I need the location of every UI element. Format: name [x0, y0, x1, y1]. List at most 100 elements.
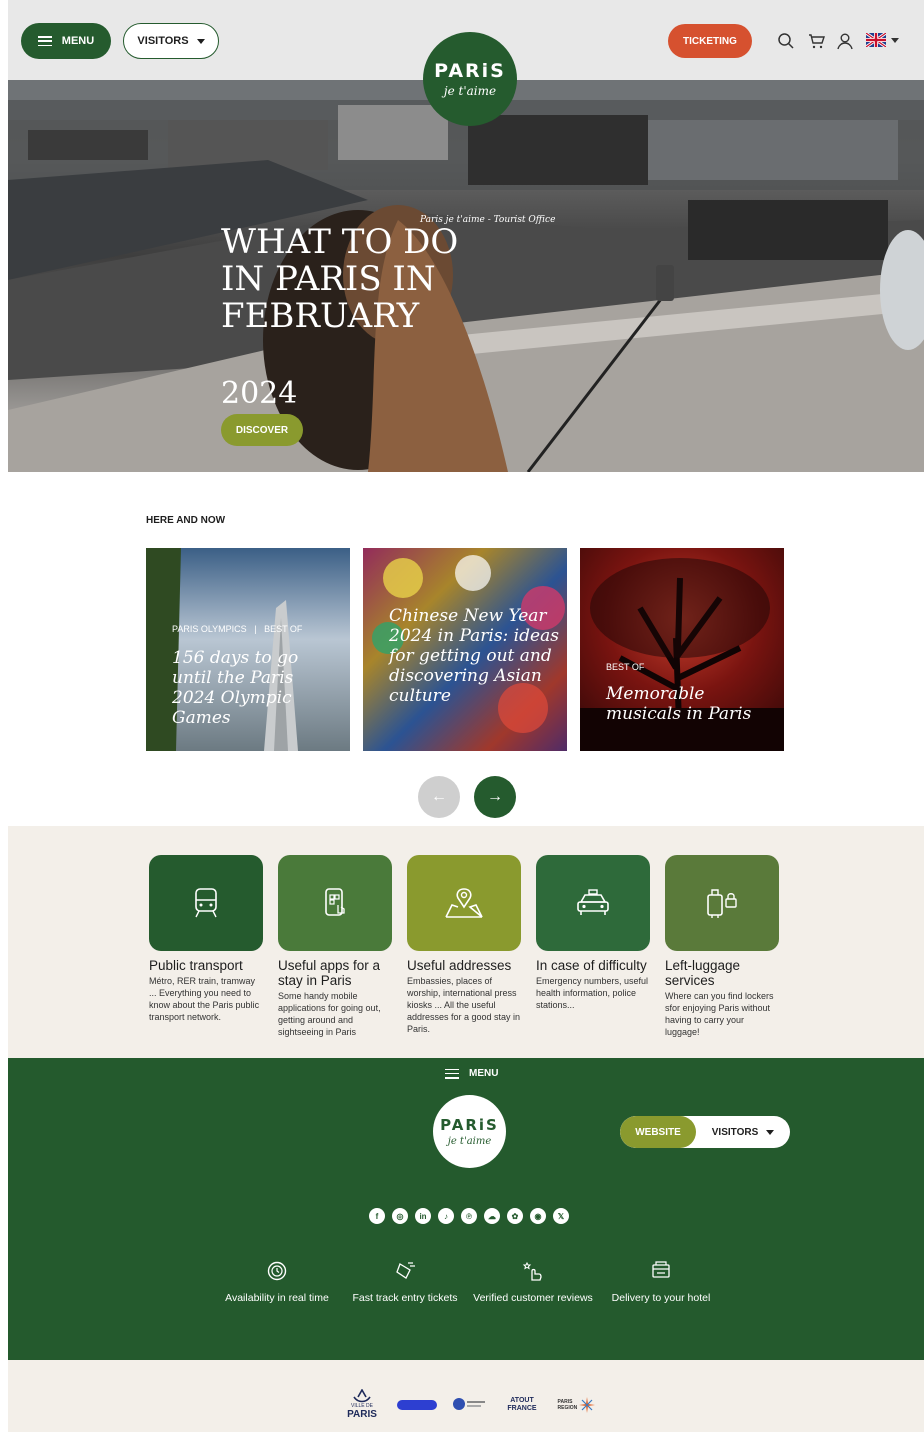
service-title: Useful apps for a stay in Paris	[278, 958, 381, 988]
menu-button[interactable]: MENU	[21, 23, 111, 59]
footer-logo[interactable]: PARiS je t'aime	[433, 1095, 506, 1168]
uk-flag-icon[interactable]	[865, 31, 887, 49]
tiktok-icon[interactable]: ♪	[438, 1208, 454, 1224]
logo-title: PARiS	[440, 1116, 499, 1134]
hamburger-icon	[37, 36, 52, 46]
feature-label: Delivery to your hotel	[611, 1292, 711, 1304]
service-title: Public transport	[149, 958, 243, 973]
feature-hotel-delivery: Delivery to your hotel	[596, 1260, 726, 1306]
card-musicals[interactable]: BEST OF Memorable musicals in Paris	[580, 548, 784, 751]
website-button[interactable]: WEBSITE	[620, 1116, 696, 1148]
discover-button[interactable]: DISCOVER	[221, 414, 303, 446]
service-public-transport[interactable]: Public transport Métro, RER train, tramw…	[149, 855, 265, 1023]
service-useful-addresses[interactable]: Useful addresses Embassies, places of wo…	[407, 855, 523, 1035]
instagram-icon[interactable]: ◎	[392, 1208, 408, 1224]
tag-paris-olympics: PARIS OLYMPICS	[172, 624, 247, 634]
language-chevron-icon[interactable]	[891, 38, 899, 43]
footer-visitors-dropdown[interactable]: VISITORS	[696, 1116, 790, 1148]
tag-best-of: BEST OF	[264, 624, 303, 634]
service-desc: Métro, RER train, tramway ... Everything…	[149, 976, 260, 1022]
chevron-down-icon	[196, 38, 205, 44]
card-tags: PARIS OLYMPICS | BEST OF	[172, 624, 303, 634]
facebook-icon[interactable]: f	[369, 1208, 385, 1224]
hero-year: 2024	[221, 376, 298, 411]
chevron-down-icon	[766, 1129, 775, 1135]
service-left-luggage[interactable]: Left-luggage services Where can you find…	[665, 855, 781, 1038]
x-icon[interactable]: 𝕏	[553, 1208, 569, 1224]
hero-title: WHAT TO DO IN PARIS IN FEBRUARY	[221, 222, 459, 336]
douyin-icon[interactable]: ✿	[507, 1208, 523, 1224]
ville-de-paris-logo[interactable]: VILLE DE PARIS	[344, 1384, 380, 1424]
card-title: Chinese New Year 2024 in Paris: ideas fo…	[389, 606, 559, 706]
feature-verified-reviews: Verified customer reviews	[468, 1260, 598, 1306]
audience-switch: WEBSITE VISITORS	[620, 1116, 790, 1148]
user-icon[interactable]	[834, 30, 856, 52]
partner-circle-logo[interactable]	[451, 1396, 487, 1412]
fast-ticket-icon	[396, 1262, 415, 1279]
site-footer: MENU PARiS je t'aime WEBSITE VISITORS f …	[8, 1058, 924, 1360]
feature-label: Fast track entry tickets	[352, 1292, 458, 1304]
discover-label: DISCOVER	[235, 424, 289, 436]
paris-region-logo[interactable]: PARIS REGION	[556, 1394, 596, 1416]
card-title: 156 days to go until the Paris 2024 Olym…	[172, 648, 299, 728]
card-tags: BEST OF	[606, 662, 644, 672]
card-paris-olympics[interactable]: PARIS OLYMPICS | BEST OF 156 days to go …	[146, 548, 350, 751]
feature-fast-track: Fast track entry tickets	[340, 1260, 470, 1306]
feature-label: Verified customer reviews	[473, 1292, 593, 1304]
arrow-left-icon: ←	[431, 788, 447, 805]
clock-icon	[267, 1261, 287, 1281]
atout-france-label: ATOUT FRANCE	[507, 1397, 537, 1412]
section-heading: HERE AND NOW	[146, 515, 226, 526]
page: MENU VISITORS TICKETING PARiS je t'aime	[8, 0, 924, 1432]
atout-france-logo[interactable]: ATOUT FRANCE	[502, 1394, 542, 1416]
service-desc: Some handy mobile applications for going…	[278, 991, 381, 1037]
paris-region-label: PARIS REGION	[557, 1399, 578, 1411]
hotel-delivery-icon	[652, 1261, 670, 1278]
ticketing-label: TICKETING	[683, 35, 737, 47]
verified-review-icon	[522, 1261, 542, 1281]
website-label: WEBSITE	[635, 1126, 681, 1138]
hero-banner: Paris je t'aime - Tourist Office WHAT TO…	[8, 80, 924, 472]
visitors-label: VISITORS	[711, 1126, 759, 1138]
weibo-icon[interactable]: ◉	[530, 1208, 546, 1224]
service-title: Left-luggage services	[665, 958, 741, 988]
arrow-right-icon: →	[487, 788, 503, 805]
card-chinese-new-year[interactable]: Chinese New Year 2024 in Paris: ideas fo…	[363, 548, 567, 751]
service-title: In case of difficulty	[536, 958, 647, 973]
partner-badge-logo[interactable]	[397, 1400, 437, 1410]
service-in-case-of-difficulty[interactable]: In case of difficulty Emergency numbers,…	[536, 855, 652, 1011]
carousel-prev-button[interactable]: ←	[418, 776, 460, 818]
carousel-next-button[interactable]: →	[474, 776, 516, 818]
visitors-dropdown[interactable]: VISITORS	[123, 23, 219, 59]
mobile-app-icon	[278, 855, 392, 951]
service-useful-apps[interactable]: Useful apps for a stay in Paris Some han…	[278, 855, 394, 1038]
map-pin-icon	[407, 855, 521, 951]
visitors-label: VISITORS	[137, 35, 189, 47]
linkedin-icon[interactable]: in	[415, 1208, 431, 1224]
ship-icon	[353, 1388, 371, 1402]
wechat-icon[interactable]: ☁	[484, 1208, 500, 1224]
ticketing-button[interactable]: TICKETING	[668, 24, 752, 58]
feature-label: Availability in real time	[225, 1292, 329, 1304]
paris-label: PARIS	[347, 1408, 377, 1420]
search-icon[interactable]	[775, 30, 797, 52]
cart-icon[interactable]	[805, 30, 827, 52]
partners-bar: VILLE DE PARIS ATOUT FRANCE PARIS REGION	[8, 1360, 924, 1432]
hamburger-icon	[445, 1068, 459, 1079]
footer-menu-label: MENU	[469, 1068, 499, 1079]
feature-real-time: Availability in real time	[212, 1260, 342, 1306]
footer-menu-button[interactable]: MENU	[445, 1068, 498, 1079]
service-desc: Embassies, places of worship, internatio…	[407, 976, 521, 1034]
site-logo[interactable]: PARiS je t'aime	[423, 32, 517, 126]
tag-best-of: BEST OF	[606, 662, 645, 672]
service-title: Useful addresses	[407, 958, 512, 973]
service-desc: Where can you find lockers sfor enjoying…	[665, 991, 774, 1037]
pinterest-icon[interactable]: ℗	[461, 1208, 477, 1224]
service-desc: Emergency numbers, useful health informa…	[536, 976, 649, 1010]
card-title: Memorable musicals in Paris	[606, 684, 752, 724]
services-section: Public transport Métro, RER train, tramw…	[8, 826, 924, 1058]
divider-shadow	[8, 788, 924, 818]
region-star-icon	[578, 1397, 595, 1413]
logo-title: PARiS	[434, 60, 506, 82]
emergency-car-icon	[536, 855, 650, 951]
